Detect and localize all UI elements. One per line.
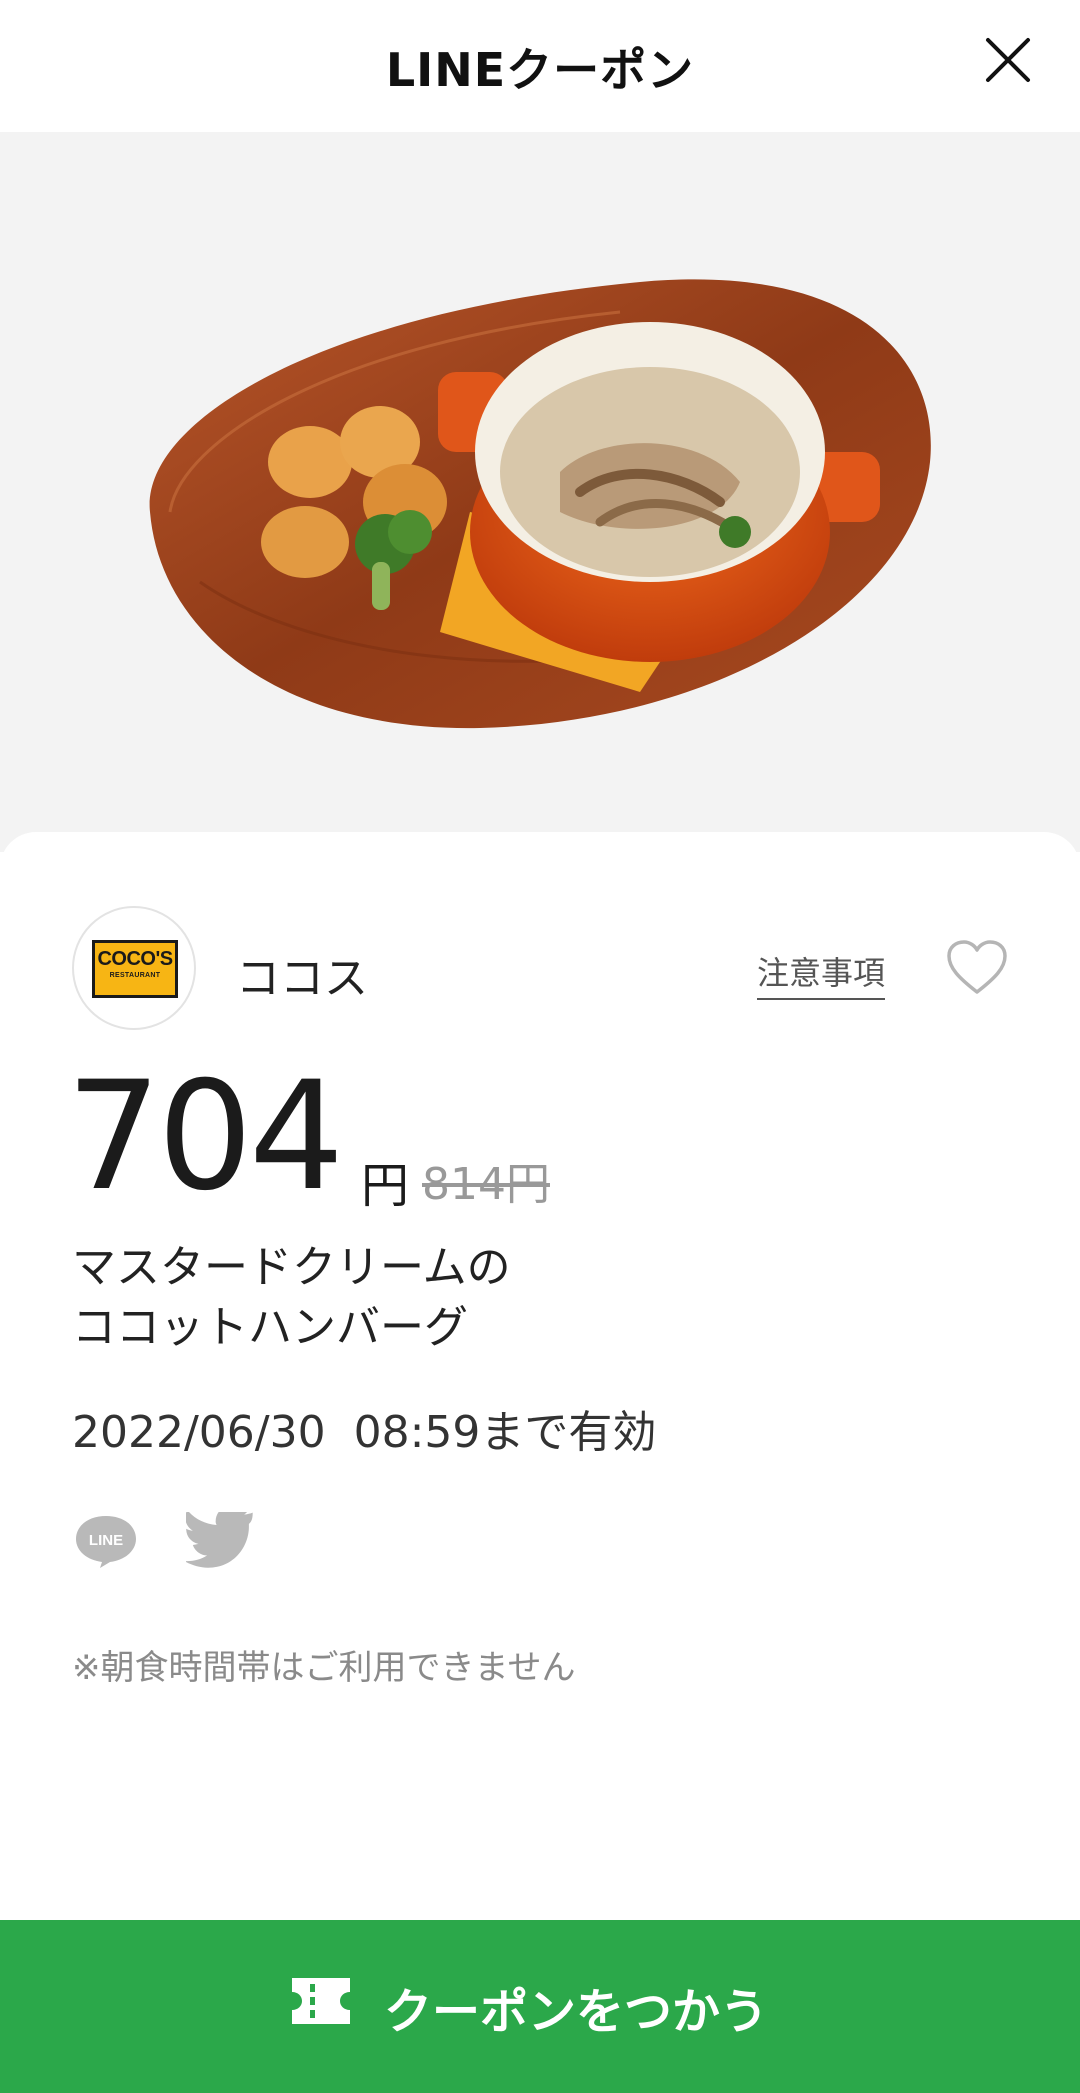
shop-name: ココス <box>236 953 368 1004</box>
use-coupon-button[interactable]: クーポンをつかう <box>0 1920 1080 2093</box>
item-name-line2: ココットハンバーグ <box>72 1302 468 1353</box>
shop-logo: COCO'S RESTAURANT <box>72 906 196 1030</box>
share-twitter-button[interactable] <box>184 1506 254 1568</box>
coupon-item-name: マスタードクリームの ココットハンバーグ <box>72 1238 772 1358</box>
use-coupon-label: クーポンをつかう <box>384 1984 769 2040</box>
favorite-button[interactable] <box>945 938 1009 998</box>
item-name-line1: マスタードクリームの <box>72 1242 511 1293</box>
header-bar: LINEクーポン <box>0 0 1080 132</box>
price-unit: 円 <box>361 1158 410 1214</box>
coupon-hero-image <box>0 132 1080 852</box>
cocos-logo: COCO'S RESTAURANT <box>92 940 178 998</box>
validity-text: 2022/06/30 08:59まで有効 <box>72 1407 657 1458</box>
share-line-button[interactable]: LINE <box>74 1512 138 1568</box>
page-title: LINEクーポン <box>385 43 695 97</box>
food-photo <box>149 279 931 729</box>
ticket-icon <box>292 1978 350 2024</box>
heart-outline-icon <box>947 940 1007 994</box>
notes-link[interactable]: 注意事項 <box>757 948 886 1000</box>
logo-subtext: RESTAURANT <box>109 972 161 979</box>
original-price: 814円 <box>422 1159 550 1210</box>
usage-note: ※朝食時間帯はご利用できません <box>72 1648 576 1688</box>
line-icon-text: LINE <box>89 1532 123 1549</box>
line-share-icon: LINE <box>76 1516 136 1568</box>
logo-text: COCO'S <box>97 948 173 970</box>
twitter-icon <box>184 1506 253 1568</box>
close-icon <box>986 38 1030 82</box>
discount-price: 704 <box>66 1050 344 1224</box>
close-button[interactable] <box>978 30 1038 90</box>
